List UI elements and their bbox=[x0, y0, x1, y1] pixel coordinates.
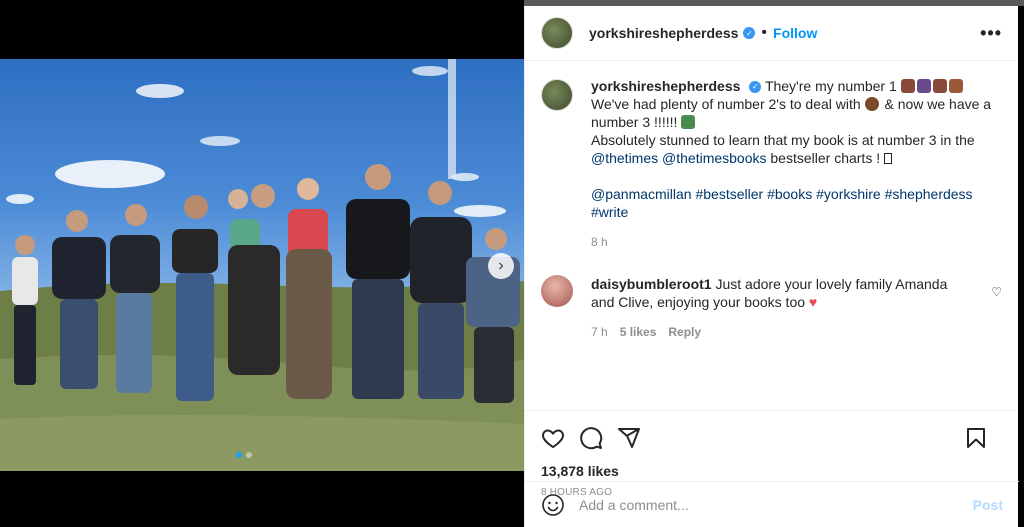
photo-illustration bbox=[0, 59, 524, 471]
like-comment-heart-icon[interactable]: ♡ bbox=[991, 285, 1002, 299]
caption-username[interactable]: yorkshireshepherdess bbox=[591, 78, 740, 94]
family-emoji-icon bbox=[900, 79, 915, 93]
hashtag-shepherdess[interactable]: #shepherdess bbox=[885, 186, 973, 202]
chevron-right-icon: › bbox=[498, 257, 504, 274]
comment-text: daisybumbleroot1 Just adore your lovely … bbox=[591, 275, 971, 341]
mention-thetimes[interactable]: @thetimes bbox=[591, 150, 658, 166]
media-pane: › bbox=[0, 0, 524, 527]
post-header: yorkshireshepherdess ✓ • Follow ••• bbox=[525, 6, 1018, 61]
post-comment-button[interactable]: Post bbox=[973, 497, 1003, 513]
mention-thetimesbooks[interactable]: @thetimesbooks bbox=[662, 150, 766, 166]
more-options-icon[interactable]: ••• bbox=[980, 23, 1002, 44]
caption-avatar[interactable] bbox=[541, 79, 573, 111]
reply-button[interactable]: Reply bbox=[668, 323, 701, 341]
commenter-avatar[interactable] bbox=[541, 275, 573, 307]
red-heart-emoji-icon: ♥ bbox=[808, 294, 818, 310]
carousel-dot-active bbox=[236, 452, 242, 458]
author-avatar[interactable] bbox=[541, 17, 573, 49]
mention-panmacmillan[interactable]: @panmacmillan bbox=[591, 186, 692, 202]
hashtag-yorkshire[interactable]: #yorkshire bbox=[816, 186, 881, 202]
caption-line-1: They're my number 1 bbox=[764, 78, 897, 94]
author-username[interactable]: yorkshireshepherdess bbox=[589, 25, 738, 41]
hashtag-bestseller[interactable]: #bestseller bbox=[695, 186, 763, 202]
action-icons bbox=[541, 419, 1002, 457]
post-side-panel: yorkshireshepherdess ✓ • Follow ••• york… bbox=[524, 6, 1019, 527]
caption-line-2: We've had plenty of number 2's to deal w… bbox=[591, 96, 861, 112]
verified-badge-icon: ✓ bbox=[743, 27, 756, 39]
caption-line-5: bestseller charts ! bbox=[770, 150, 884, 166]
comment-item: daisybumbleroot1 Just adore your lovely … bbox=[541, 275, 1002, 341]
caption: yorkshireshepherdess ✓ They're my number… bbox=[541, 77, 1002, 251]
commenter-username[interactable]: daisybumbleroot1 bbox=[591, 276, 712, 292]
comments-list: yorkshireshepherdess ✓ They're my number… bbox=[525, 61, 1018, 410]
carousel-dot bbox=[246, 452, 252, 458]
hashtag-write[interactable]: #write bbox=[591, 204, 628, 220]
books-emoji-icon bbox=[681, 115, 696, 129]
emoji-icon[interactable] bbox=[541, 493, 565, 517]
next-photo-button[interactable]: › bbox=[488, 253, 514, 279]
caption-line-4: Absolutely stunned to learn that my book… bbox=[591, 132, 975, 148]
add-comment-bar: Post bbox=[525, 481, 1019, 527]
comment-meta: 7 h 5 likes Reply bbox=[591, 323, 971, 341]
family-emoji-icon bbox=[916, 79, 931, 93]
family-emoji-icon bbox=[948, 79, 963, 93]
bookmark-icon[interactable] bbox=[964, 426, 988, 450]
share-icon[interactable] bbox=[617, 426, 641, 450]
heart-icon[interactable] bbox=[541, 426, 565, 450]
follow-button[interactable]: Follow bbox=[773, 25, 817, 41]
header-separator: • bbox=[761, 24, 768, 41]
unknown-glyph-icon bbox=[884, 153, 892, 164]
caption-text: yorkshireshepherdess ✓ They're my number… bbox=[591, 77, 1001, 251]
comment-likes[interactable]: 5 likes bbox=[620, 323, 657, 341]
family-emoji-icon bbox=[932, 79, 947, 93]
verified-badge-icon: ✓ bbox=[749, 81, 762, 94]
post-photo[interactable] bbox=[0, 59, 524, 471]
carousel-indicator bbox=[236, 452, 252, 458]
poop-emoji-icon bbox=[864, 97, 879, 111]
like-count[interactable]: 13,878 likes bbox=[541, 463, 1002, 479]
caption-time: 8 h bbox=[591, 235, 608, 249]
comment-input[interactable] bbox=[579, 496, 939, 513]
hashtag-books[interactable]: #books bbox=[767, 186, 812, 202]
comment-time: 7 h bbox=[591, 325, 608, 339]
comment-icon[interactable] bbox=[579, 426, 603, 450]
